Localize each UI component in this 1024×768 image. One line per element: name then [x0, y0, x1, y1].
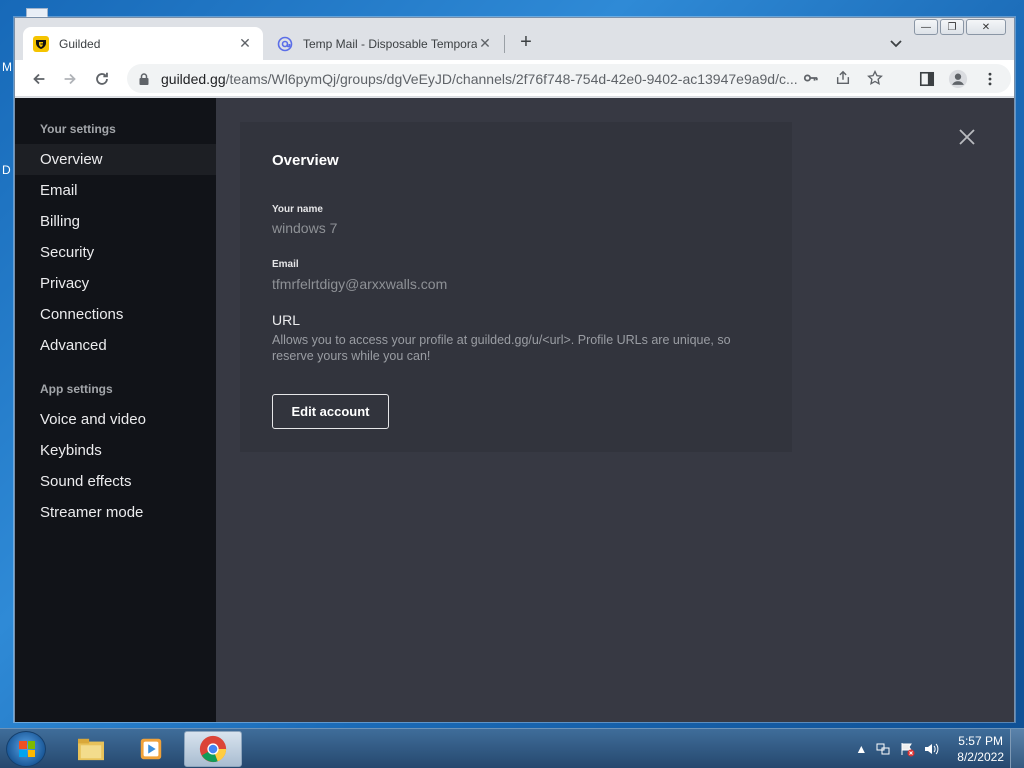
start-button[interactable] [6, 731, 46, 767]
sidebar-item-billing[interactable]: Billing [15, 206, 216, 237]
sidebar-item-overview[interactable]: Overview [15, 144, 216, 175]
media-player-icon [140, 738, 162, 760]
overview-card: Overview Your name windows 7 Email tfmrf… [240, 122, 792, 452]
media-player-taskbar-button[interactable] [122, 731, 180, 767]
system-tray: ▲ 5:57 PM 8/2/2022 [855, 729, 1004, 768]
show-desktop-button[interactable] [1010, 729, 1024, 768]
reload-button[interactable] [90, 67, 114, 91]
network-icon[interactable] [875, 741, 891, 757]
folder-icon [78, 738, 104, 761]
sidebar-item-keybinds[interactable]: Keybinds [15, 435, 216, 466]
clock-time: 5:57 PM [958, 734, 1003, 748]
tab-title: Temp Mail - Disposable Tempora [303, 36, 477, 51]
taskbar-clock[interactable]: 5:57 PM 8/2/2022 [957, 733, 1004, 765]
windows-logo-icon [19, 741, 35, 757]
forward-button[interactable] [58, 67, 82, 91]
restore-button[interactable]: ❐ [940, 19, 964, 35]
file-explorer-taskbar-button[interactable] [62, 731, 120, 767]
your-name-label: Your name [272, 204, 323, 215]
share-icon[interactable] [831, 66, 855, 90]
app-settings-heading: App settings [40, 382, 113, 396]
sidebar-item-email[interactable]: Email [15, 175, 216, 206]
action-center-flag-icon[interactable] [899, 741, 915, 757]
show-hidden-icons-icon[interactable]: ▲ [855, 742, 867, 756]
sidebar-item-sound-effects[interactable]: Sound effects [15, 466, 216, 497]
your-name-value: windows 7 [272, 220, 338, 236]
browser-window: Guilded ✕ Temp Mail - Disposable Tempora… [14, 17, 1015, 722]
tab-title: Guilded [59, 36, 101, 51]
minimize-button[interactable]: — [914, 19, 938, 35]
volume-icon[interactable] [923, 741, 939, 757]
close-settings-icon[interactable] [958, 128, 976, 146]
overview-heading: Overview [272, 152, 339, 169]
address-bar[interactable]: guilded.gg/teams/Wl6pymQj/groups/dgVeEyJ… [127, 64, 1011, 93]
sidebar-item-privacy[interactable]: Privacy [15, 268, 216, 299]
guilded-logo-icon [33, 35, 49, 52]
url-host: guilded.gg [161, 70, 226, 87]
bookmark-star-icon[interactable] [863, 66, 887, 90]
url-text: guilded.gg/teams/Wl6pymQj/groups/dgVeEyJ… [161, 71, 801, 87]
tab-strip: Guilded ✕ Temp Mail - Disposable Tempora… [15, 18, 1014, 60]
clock-date: 8/2/2022 [957, 750, 1004, 764]
url-description: Allows you to access your profile at gui… [272, 333, 731, 363]
key-icon[interactable] [799, 66, 823, 90]
chrome-taskbar-button[interactable] [184, 731, 242, 767]
new-tab-button[interactable]: + [515, 32, 537, 54]
tab-search-chevron-icon[interactable] [887, 34, 905, 52]
sidebar-item-advanced[interactable]: Advanced [15, 330, 216, 361]
tab-close-icon[interactable]: ✕ [237, 35, 253, 52]
email-value: tfmrfelrtdigy@arxxwalls.com [272, 276, 448, 292]
at-sign-icon [277, 36, 293, 52]
url-heading: URL [272, 312, 301, 328]
your-settings-heading: Your settings [40, 122, 116, 136]
desktop-icon-label: M [2, 60, 12, 74]
sidebar-item-voice-and-video[interactable]: Voice and video [15, 404, 216, 435]
chrome-icon [199, 735, 227, 763]
windows-taskbar: ▲ 5:57 PM 8/2/2022 [0, 728, 1024, 768]
tab-temp-mail[interactable]: Temp Mail - Disposable Tempora ✕ [267, 27, 503, 60]
tab-separator [504, 35, 505, 53]
guilded-settings-page: Your settings Overview Email Billing Sec… [15, 98, 1014, 722]
sidebar-item-streamer-mode[interactable]: Streamer mode [15, 497, 216, 528]
menu-kebab-icon[interactable] [978, 67, 1002, 91]
tab-guilded[interactable]: Guilded ✕ [23, 27, 263, 60]
browser-toolbar: guilded.gg/teams/Wl6pymQj/groups/dgVeEyJ… [15, 60, 1014, 97]
back-button[interactable] [27, 67, 51, 91]
url-path: /teams/Wl6pymQj/groups/dgVeEyJD/channels… [225, 70, 798, 87]
side-panel-icon[interactable] [915, 67, 939, 91]
edit-account-button[interactable]: Edit account [272, 394, 389, 429]
close-window-button[interactable]: ✕ [966, 19, 1006, 35]
email-label: Email [272, 259, 299, 270]
tab-close-icon[interactable]: ✕ [477, 35, 493, 52]
settings-main-panel: Overview Your name windows 7 Email tfmrf… [216, 98, 1014, 722]
settings-sidebar: Your settings Overview Email Billing Sec… [15, 98, 216, 722]
sidebar-item-connections[interactable]: Connections [15, 299, 216, 330]
desktop-icon-label: D [2, 163, 11, 177]
profile-avatar-icon[interactable] [946, 67, 970, 91]
lock-icon[interactable] [137, 72, 151, 86]
sidebar-item-security[interactable]: Security [15, 237, 216, 268]
window-controls: — ❐ ✕ [914, 19, 1006, 35]
